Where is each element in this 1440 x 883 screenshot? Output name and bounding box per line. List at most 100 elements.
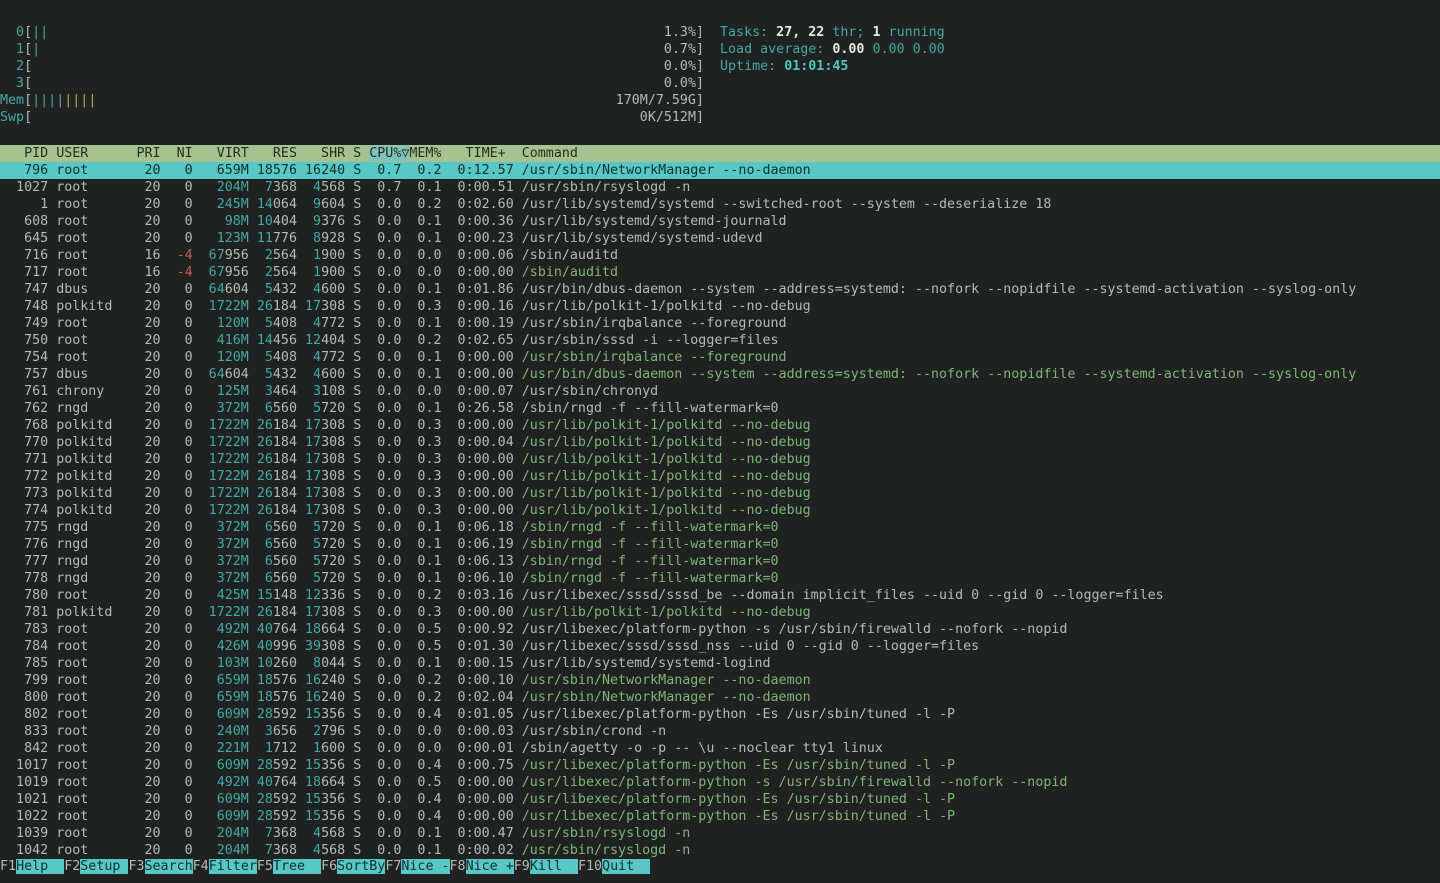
process-row[interactable]: 768 polkitd 20 0 1722M 26184 17308 S 0.0… [0, 417, 1440, 434]
col-res: 26 [257, 486, 273, 501]
col-pid: 771 [0, 452, 48, 467]
header-shr[interactable]: SHR [305, 146, 345, 161]
process-row[interactable]: 608 root 20 0 98M 10404 9376 S 0.0 0.1 0… [0, 213, 1440, 230]
col-sep [48, 367, 56, 382]
process-row[interactable]: 762 rngd 20 0 372M 6560 5720 S 0.0 0.1 0… [0, 400, 1440, 417]
col-mem: 0.1 [409, 367, 441, 382]
process-row[interactable]: 799 root 20 0 659M 18576 16240 S 0.0 0.2… [0, 672, 1440, 689]
fkey-F6[interactable]: F6SortBy [321, 859, 385, 874]
col-pri: 20 [136, 843, 160, 858]
fkey-F10[interactable]: F10Quit [578, 859, 650, 874]
process-row[interactable]: 802 root 20 0 609M 28592 15356 S 0.0 0.4… [0, 706, 1440, 723]
header-time[interactable]: TIME+ [449, 146, 513, 161]
process-row[interactable]: 750 root 20 0 416M 14456 12404 S 0.0 0.2… [0, 332, 1440, 349]
process-row[interactable]: 1022 root 20 0 609M 28592 15356 S 0.0 0.… [0, 808, 1440, 825]
col-virt: 416M [201, 333, 249, 348]
process-row[interactable]: 754 root 20 0 120M 5408 4772 S 0.0 0.1 0… [0, 349, 1440, 366]
col-ni: 0 [169, 690, 193, 705]
col-sep [345, 537, 353, 552]
process-row[interactable]: 773 polkitd 20 0 1722M 26184 17308 S 0.0… [0, 485, 1440, 502]
col-sep [161, 265, 169, 280]
header-state[interactable]: S [353, 146, 361, 161]
col-pid: 747 [0, 282, 48, 297]
col-command: /usr/libexec/platform-python -s /usr/sbi… [522, 622, 1068, 637]
process-row[interactable]: 1027 root 20 0 204M 7368 4568 S 0.7 0.1 … [0, 179, 1440, 196]
process-row[interactable]: 771 polkitd 20 0 1722M 26184 17308 S 0.0… [0, 451, 1440, 468]
col-state: S [353, 231, 361, 246]
process-row[interactable]: 761 chrony 20 0 125M 3464 3108 S 0.0 0.0… [0, 383, 1440, 400]
fkey-F5[interactable]: F5Tree [257, 859, 321, 874]
process-row[interactable]: 785 root 20 0 103M 10260 8044 S 0.0 0.1 … [0, 655, 1440, 672]
col-res-sub: 592 [273, 792, 297, 807]
process-row[interactable]: 772 polkitd 20 0 1722M 26184 17308 S 0.0… [0, 468, 1440, 485]
fkey-F4[interactable]: F4Filter [193, 859, 257, 874]
process-row[interactable]: 748 polkitd 20 0 1722M 26184 17308 S 0.0… [0, 298, 1440, 315]
process-row[interactable]: 775 rngd 20 0 372M 6560 5720 S 0.0 0.1 0… [0, 519, 1440, 536]
fkey-F1[interactable]: F1Help [0, 859, 64, 874]
header-command[interactable]: Command [522, 146, 578, 161]
header-user[interactable]: USER [56, 146, 136, 161]
process-row[interactable]: 784 root 20 0 426M 40996 39308 S 0.0 0.5… [0, 638, 1440, 655]
process-row[interactable]: 1019 root 20 0 492M 40764 18664 S 0.0 0.… [0, 774, 1440, 791]
col-command: /usr/libexec/platform-python -Es /usr/sb… [522, 809, 955, 824]
col-sep [442, 843, 450, 858]
process-row[interactable]: 796 root 20 0 659M 18576 16240 S 0.7 0.2… [0, 162, 1440, 179]
process-row[interactable]: 1 root 20 0 245M 14064 9604 S 0.0 0.2 0:… [0, 196, 1440, 213]
process-row[interactable]: 747 dbus 20 0 64604 5432 4600 S 0.0 0.1 … [0, 281, 1440, 298]
process-row[interactable]: 645 root 20 0 123M 11776 8928 S 0.0 0.1 … [0, 230, 1440, 247]
process-row[interactable]: 1017 root 20 0 609M 28592 15356 S 0.0 0.… [0, 757, 1440, 774]
col-sep [297, 503, 305, 518]
process-row[interactable]: 716 root 16 -4 67956 2564 1900 S 0.0 0.0… [0, 247, 1440, 264]
header-res[interactable]: RES [257, 146, 297, 161]
process-row[interactable]: 1021 root 20 0 609M 28592 15356 S 0.0 0.… [0, 791, 1440, 808]
process-row[interactable]: 781 polkitd 20 0 1722M 26184 17308 S 0.0… [0, 604, 1440, 621]
col-sep [297, 741, 305, 756]
header-pri[interactable]: PRI [136, 146, 160, 161]
col-sep [249, 214, 257, 229]
col-sep [161, 418, 169, 433]
col-state: S [353, 656, 361, 671]
col-sep [297, 265, 305, 280]
fkey-F7[interactable]: F7Nice - [385, 859, 449, 874]
col-user: root [56, 724, 136, 739]
header-mem[interactable]: MEM% [409, 146, 441, 161]
col-state: S [353, 537, 361, 552]
process-row[interactable]: 717 root 16 -4 67956 2564 1900 S 0.0 0.0… [0, 264, 1440, 281]
header-ni[interactable]: NI [169, 146, 193, 161]
process-row[interactable]: 780 root 20 0 425M 15148 12336 S 0.0 0.2… [0, 587, 1440, 604]
process-row[interactable]: 833 root 20 0 240M 3656 2796 S 0.0 0.0 0… [0, 723, 1440, 740]
col-sep [514, 792, 522, 807]
col-sep [161, 758, 169, 773]
process-row[interactable]: 774 polkitd 20 0 1722M 26184 17308 S 0.0… [0, 502, 1440, 519]
fkey-F2[interactable]: F2Setup [64, 859, 128, 874]
process-row[interactable]: 1039 root 20 0 204M 7368 4568 S 0.0 0.1 … [0, 825, 1440, 842]
cpu-meter-1: 1[|0.7%] [0, 41, 704, 58]
col-sep [442, 401, 450, 416]
header-pid[interactable]: PID [0, 146, 48, 161]
col-cpu: 0.0 [369, 690, 401, 705]
process-row[interactable]: 800 root 20 0 659M 18576 16240 S 0.0 0.2… [0, 689, 1440, 706]
col-sep [297, 622, 305, 637]
process-row[interactable]: 778 rngd 20 0 372M 6560 5720 S 0.0 0.1 0… [0, 570, 1440, 587]
col-pid: 783 [0, 622, 48, 637]
process-row[interactable]: 749 root 20 0 120M 5408 4772 S 0.0 0.1 0… [0, 315, 1440, 332]
col-res: 18 [257, 163, 273, 178]
col-sep [345, 452, 353, 467]
process-row[interactable]: 757 dbus 20 0 64604 5432 4600 S 0.0 0.1 … [0, 366, 1440, 383]
fkey-F3[interactable]: F3Search [128, 859, 192, 874]
header-virt[interactable]: VIRT [201, 146, 249, 161]
process-row[interactable]: 770 polkitd 20 0 1722M 26184 17308 S 0.0… [0, 434, 1440, 451]
process-row[interactable]: 783 root 20 0 492M 40764 18664 S 0.0 0.5… [0, 621, 1440, 638]
fkey-F9[interactable]: F9Kill [514, 859, 578, 874]
col-sep [193, 435, 201, 450]
fkey-F8[interactable]: F8Nice + [450, 859, 514, 874]
process-row[interactable]: 777 rngd 20 0 372M 6560 5720 S 0.0 0.1 0… [0, 553, 1440, 570]
col-state: S [353, 520, 361, 535]
col-res-sub: 064 [273, 197, 297, 212]
col-res-sub: 368 [273, 180, 297, 195]
header-cpu-sort-column[interactable]: CPU%▽ [369, 146, 409, 161]
col-sep [48, 537, 56, 552]
process-row[interactable]: 1042 root 20 0 204M 7368 4568 S 0.0 0.1 … [0, 842, 1440, 859]
process-row[interactable]: 842 root 20 0 221M 1712 1600 S 0.0 0.0 0… [0, 740, 1440, 757]
process-row[interactable]: 776 rngd 20 0 372M 6560 5720 S 0.0 0.1 0… [0, 536, 1440, 553]
